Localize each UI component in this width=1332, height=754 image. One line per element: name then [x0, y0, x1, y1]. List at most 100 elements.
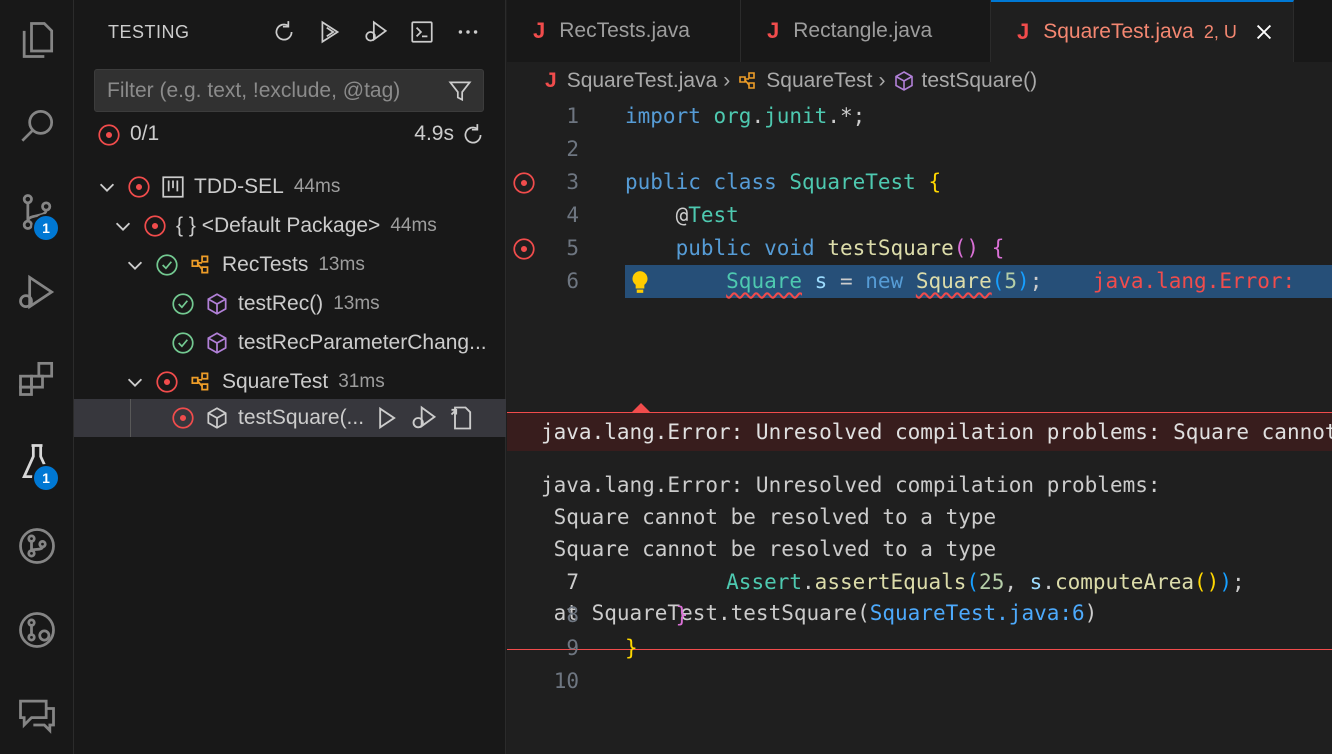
sidebar-title: TESTING	[108, 22, 190, 42]
peek-line: Square cannot be resolved to a type	[541, 537, 997, 561]
test-duration: 4.9s	[414, 122, 454, 145]
filter-icon[interactable]	[447, 78, 473, 104]
breadcrumb-class[interactable]: SquareTest	[766, 69, 872, 93]
tab-squaretest[interactable]: J SquareTest.java 2, U	[991, 0, 1294, 62]
code-text: import org.junit.*;	[625, 104, 866, 128]
line-number: 6	[566, 269, 579, 293]
code-text: Assert.assertEquals(25, s.computeArea())…	[726, 570, 1245, 594]
code-line: 1 import org.junit.*;	[507, 100, 1332, 133]
tree-item-duration: 44ms	[293, 176, 341, 197]
git-graph-icon	[19, 528, 55, 564]
code-line: 4 @Test	[507, 199, 1332, 232]
line-number: 4	[566, 203, 579, 227]
method-icon	[894, 71, 913, 91]
java-file-icon: J	[545, 69, 557, 92]
code-line: 2	[507, 133, 1332, 166]
refresh-icon	[275, 21, 293, 41]
run-debug-icon	[19, 274, 55, 310]
editor-area: J RecTests.java J Rectangle.java J Squar…	[507, 0, 1332, 754]
comments-button[interactable]	[0, 684, 74, 744]
breadcrumb-method[interactable]: testSquare()	[922, 69, 1038, 93]
rerun-icon[interactable]	[460, 122, 486, 148]
run-debug-button[interactable]	[0, 262, 74, 322]
code-text: public void testSquare() {	[675, 236, 1005, 260]
git-graph-button[interactable]	[0, 516, 74, 576]
code-line: 8 }	[507, 599, 1332, 632]
class-icon	[191, 372, 209, 391]
chevron-right-icon: ›	[723, 69, 731, 92]
chevron-down-icon[interactable]	[112, 215, 134, 237]
gitlens-icon	[19, 612, 55, 648]
debug-all-icon	[365, 20, 388, 42]
line-number: 3	[566, 170, 579, 194]
extensions-icon	[19, 361, 54, 396]
method-icon	[207, 407, 227, 429]
code-line: 10	[507, 665, 1332, 698]
chevron-right-icon: ›	[878, 69, 886, 92]
debug-all-tests-button[interactable]	[358, 14, 394, 50]
editor-tabs: J RecTests.java J Rectangle.java J Squar…	[507, 0, 1332, 62]
chevron-down-icon[interactable]	[124, 371, 146, 393]
run-all-tests-button[interactable]	[312, 14, 348, 50]
debug-test-icon[interactable]	[410, 404, 438, 432]
tree-item-tdd-sel[interactable]: TDD-SEL 44ms	[74, 168, 506, 206]
tree-item-testrec[interactable]: testRec() 13ms	[74, 285, 506, 323]
files-icon	[22, 22, 54, 58]
extensions-button[interactable]	[0, 348, 74, 408]
tree-item-label: testRecParameterChang...	[238, 331, 487, 354]
refresh-tests-button[interactable]	[266, 14, 302, 50]
testing-sidebar: TESTING 0/1 4.9s	[74, 0, 506, 754]
passed-status-icon	[172, 332, 194, 354]
code-text: Square s = new Square(5); java.lang.Erro…	[726, 269, 1296, 293]
tab-label: SquareTest.java	[1043, 20, 1194, 43]
source-control-button[interactable]: 1	[0, 182, 74, 242]
inline-error: java.lang.Error:	[1092, 269, 1296, 293]
class-icon	[191, 255, 209, 274]
search-button[interactable]	[0, 96, 74, 156]
filter-input[interactable]	[95, 70, 435, 111]
peek-header: java.lang.Error: Unresolved compilation …	[507, 413, 1332, 451]
tree-item-label: testSquare(...	[238, 406, 365, 429]
tree-item-duration: 44ms	[390, 215, 437, 236]
tab-rectests[interactable]: J RecTests.java	[507, 0, 741, 62]
tree-item-testrecparameterchange[interactable]: testRecParameterChang...	[74, 324, 506, 362]
run-all-icon	[321, 20, 340, 44]
peek-arrow	[631, 403, 651, 413]
chevron-down-icon[interactable]	[124, 254, 146, 276]
go-to-test-icon[interactable]	[448, 404, 476, 432]
project-icon	[162, 176, 184, 198]
tree-item-label: RecTests	[222, 253, 309, 276]
sidebar-actions	[266, 14, 486, 50]
close-icon[interactable]	[1253, 21, 1275, 43]
show-output-button[interactable]	[404, 14, 440, 50]
tree-item-squaretest[interactable]: SquareTest 31ms	[74, 363, 506, 401]
breadcrumb-file[interactable]: SquareTest.java	[567, 69, 718, 93]
more-actions-button[interactable]	[450, 14, 486, 50]
passed-status-icon	[172, 293, 194, 315]
code-text: public class SquareTest {	[625, 170, 942, 194]
tree-item-rectests[interactable]: RecTests 13ms	[74, 246, 506, 284]
failed-status-icon	[144, 215, 166, 237]
tree-item-default-package[interactable]: { } <Default Package> 44ms	[74, 207, 506, 245]
tree-item-testsquare[interactable]: testSquare(...	[74, 399, 506, 437]
code-editor[interactable]: 1 import org.junit.*; 2 3 public class S…	[507, 100, 1332, 754]
testing-button[interactable]: 1	[0, 432, 74, 492]
testing-badge: 1	[32, 464, 60, 492]
terminal-icon	[411, 21, 433, 43]
breadcrumb: J SquareTest.java › SquareTest › testSqu…	[507, 62, 1332, 100]
chevron-down-icon[interactable]	[96, 176, 118, 198]
peek-line: Square cannot be resolved to a type	[541, 505, 997, 529]
tab-rectangle[interactable]: J Rectangle.java	[741, 0, 991, 62]
line-number: 1	[566, 104, 579, 128]
explorer-button[interactable]	[0, 10, 74, 70]
java-file-icon: J	[533, 18, 546, 43]
method-icon	[207, 332, 227, 354]
gitlens-button[interactable]	[0, 600, 74, 660]
line-number: 7	[566, 570, 579, 594]
passed-status-icon	[156, 254, 178, 276]
failed-status-icon	[172, 407, 194, 429]
tab-label: Rectangle.java	[793, 19, 933, 42]
sidebar-header: TESTING	[74, 0, 506, 62]
code-text: }	[675, 603, 689, 627]
run-test-icon[interactable]	[372, 404, 400, 432]
